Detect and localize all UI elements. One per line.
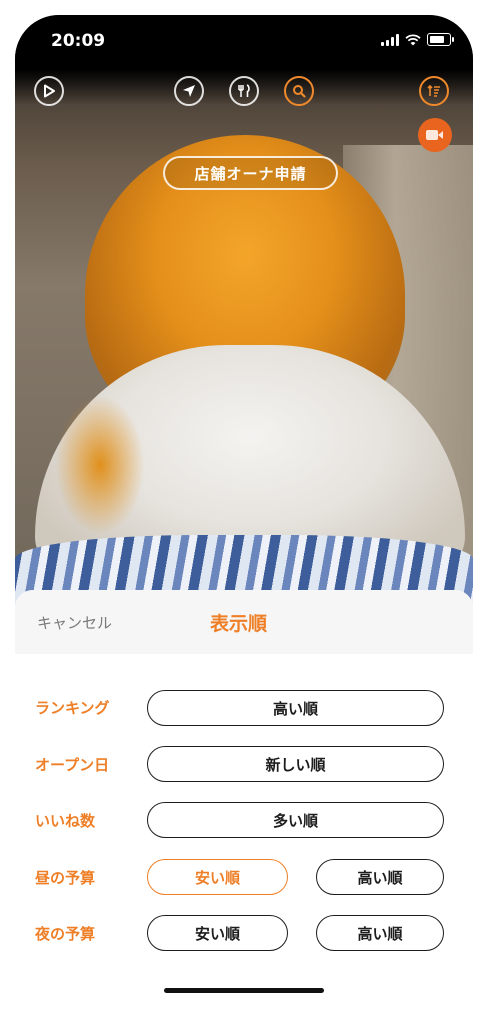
cancel-button[interactable]: キャンセル bbox=[37, 612, 112, 633]
phone-screen: 20:09 店舗オーナ申請 キャンセル 表示順 ランキング 高い順 オープン日 … bbox=[15, 15, 473, 1010]
owner-application-button[interactable]: 店舗オーナ申請 bbox=[163, 156, 338, 190]
search-icon[interactable] bbox=[284, 76, 314, 106]
row-label-ranking: ランキング bbox=[35, 699, 110, 717]
sort-icon[interactable] bbox=[419, 76, 449, 106]
battery-icon bbox=[427, 33, 454, 46]
fork-knife-icon[interactable] bbox=[229, 76, 259, 106]
likes-most-button[interactable]: 多い順 bbox=[147, 802, 444, 838]
ranking-high-button[interactable]: 高い順 bbox=[147, 690, 444, 726]
row-label-dinner-budget: 夜の予算 bbox=[35, 925, 96, 943]
play-icon[interactable] bbox=[34, 76, 64, 106]
sheet-title: 表示順 bbox=[210, 613, 268, 635]
lunch-budget-cheap-button[interactable]: 安い順 bbox=[147, 859, 288, 895]
sort-order-sheet: キャンセル 表示順 ランキング 高い順 オープン日 新しい順 いいね数 多い順 … bbox=[15, 590, 473, 1010]
wifi-icon bbox=[405, 33, 421, 45]
video-camera-icon[interactable] bbox=[418, 118, 452, 152]
cellular-signal-icon bbox=[381, 33, 399, 46]
row-label-open-date: オープン日 bbox=[35, 756, 110, 774]
status-time: 20:09 bbox=[51, 31, 106, 51]
lunch-budget-expensive-button[interactable]: 高い順 bbox=[316, 859, 444, 895]
status-icons bbox=[381, 33, 454, 46]
sheet-header: キャンセル 表示順 bbox=[15, 590, 473, 654]
dinner-budget-cheap-button[interactable]: 安い順 bbox=[147, 915, 288, 951]
dinner-budget-expensive-button[interactable]: 高い順 bbox=[316, 915, 444, 951]
row-label-lunch-budget: 昼の予算 bbox=[35, 869, 96, 887]
open-date-newest-button[interactable]: 新しい順 bbox=[147, 746, 444, 782]
home-indicator[interactable] bbox=[164, 988, 324, 993]
location-arrow-icon[interactable] bbox=[174, 76, 204, 106]
row-label-likes: いいね数 bbox=[35, 812, 96, 830]
